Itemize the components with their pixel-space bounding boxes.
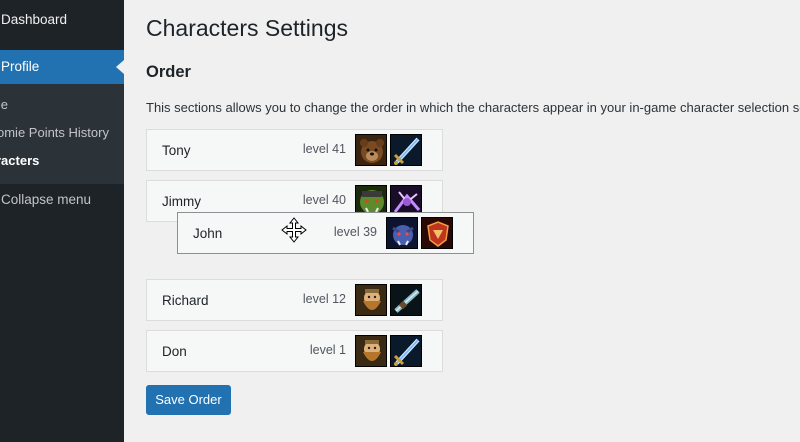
collapse-menu-label: Collapse menu (1, 192, 92, 207)
submenu-item-characters[interactable]: racters (0, 153, 39, 168)
character-name: Don (162, 344, 187, 359)
dwarf-portrait-icon (355, 284, 387, 316)
character-level: level 39 (333, 225, 377, 239)
troll-portrait-icon (386, 217, 418, 249)
page-title: Characters Settings (146, 15, 348, 41)
sword-icon (390, 134, 422, 166)
character-row-john-dragging[interactable]: John level 39 (177, 212, 474, 254)
character-level: level 1 (309, 343, 346, 357)
character-row-don[interactable]: Don level 1 (146, 330, 443, 372)
submenu-item-profile[interactable]: ile (0, 97, 8, 112)
current-menu-arrow-icon (116, 60, 124, 74)
submenu-item-gnomie-points-history[interactable]: omie Points History (0, 125, 109, 140)
sidebar-item-label: Profile (1, 59, 40, 74)
profile-submenu: ile omie Points History racters (0, 84, 124, 184)
character-name: Richard (162, 293, 209, 308)
character-name: John (193, 226, 223, 241)
sword-icon (390, 335, 422, 367)
dwarf-portrait-icon (355, 335, 387, 367)
save-order-button[interactable]: Save Order (146, 385, 231, 415)
collapse-menu-button[interactable]: Collapse menu (1, 192, 125, 212)
sidebar-item-label: Dashboard (1, 12, 68, 27)
character-row-richard[interactable]: Richard level 12 (146, 279, 443, 321)
sidebar-item-dashboard[interactable]: Dashboard (1, 12, 125, 34)
section-description: This sections allows you to change the o… (146, 100, 800, 115)
character-name: Jimmy (162, 194, 201, 209)
character-level: level 12 (302, 292, 346, 306)
admin-sidebar: Dashboard Profile ile omie Points Histor… (0, 0, 124, 442)
character-name: Tony (162, 143, 191, 158)
section-title: Order (146, 63, 191, 81)
sidebar-item-profile[interactable]: Profile (0, 50, 124, 84)
character-level: level 41 (302, 142, 346, 156)
rifle-icon (390, 284, 422, 316)
character-row-tony[interactable]: Tony level 41 (146, 129, 443, 171)
bear-portrait-icon (355, 134, 387, 166)
move-cursor-icon (281, 217, 307, 243)
red-shield-icon (421, 217, 453, 249)
character-level: level 40 (302, 193, 346, 207)
